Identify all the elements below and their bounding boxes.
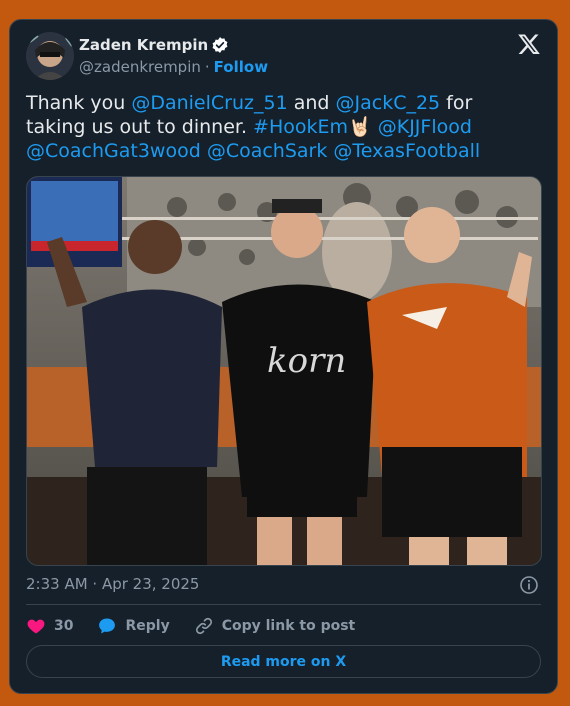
copy-link-label: Copy link to post — [221, 618, 356, 634]
follow-button[interactable]: Follow — [214, 58, 268, 76]
avatar[interactable] — [26, 32, 74, 80]
tweet-card: Zaden Krempin @zadenkrempin · Follow Tha… — [9, 19, 558, 694]
heart-icon — [27, 619, 45, 634]
tweet-text: Thank you @DanielCruz_51 and @JackC_25 f… — [26, 91, 536, 163]
divider — [26, 604, 541, 605]
mention-link[interactable]: @KJJFlood — [378, 116, 472, 138]
info-icon[interactable] — [519, 575, 539, 595]
verified-badge-icon — [211, 36, 229, 54]
reply-bubble-icon — [99, 618, 116, 634]
reply-button[interactable]: Reply — [97, 616, 170, 636]
mention-link[interactable]: @JackC_25 — [336, 92, 441, 114]
tweet-header: Zaden Krempin @zadenkrempin · Follow — [26, 32, 541, 82]
mention-link[interactable]: @CoachGat3wood — [26, 140, 201, 162]
copy-link-button[interactable]: Copy link to post — [194, 616, 356, 636]
reply-label: Reply — [125, 618, 170, 634]
rock-hand-emoji: 🤘🏻 — [348, 116, 372, 138]
hashtag-link[interactable]: #HookEm — [253, 116, 348, 138]
mention-link[interactable]: @CoachSark — [207, 140, 328, 162]
x-logo-icon[interactable] — [517, 32, 541, 56]
mention-link[interactable]: @TexasFootball — [333, 140, 480, 162]
tweet-photo[interactable]: korn — [26, 176, 542, 566]
tweet-text-segment: and — [287, 92, 336, 114]
handle[interactable]: @zadenkrempin — [79, 58, 201, 76]
timestamp[interactable]: 2:33 AM · Apr 23, 2025 — [26, 575, 199, 593]
display-name[interactable]: Zaden Krempin — [79, 36, 208, 54]
link-icon — [195, 617, 212, 635]
mention-link[interactable]: @DanielCruz_51 — [131, 92, 287, 114]
read-more-button[interactable]: Read more on X — [26, 645, 541, 678]
separator: · — [204, 58, 210, 76]
action-bar: 30 Reply Copy link to post — [26, 616, 379, 636]
svg-text:korn: korn — [267, 341, 346, 381]
name-row: Zaden Krempin — [79, 36, 229, 54]
tweet-text-segment: Thank you — [26, 92, 132, 114]
handle-row: @zadenkrempin · Follow — [79, 58, 268, 76]
like-count: 30 — [54, 618, 74, 634]
like-button[interactable]: 30 — [26, 616, 73, 636]
